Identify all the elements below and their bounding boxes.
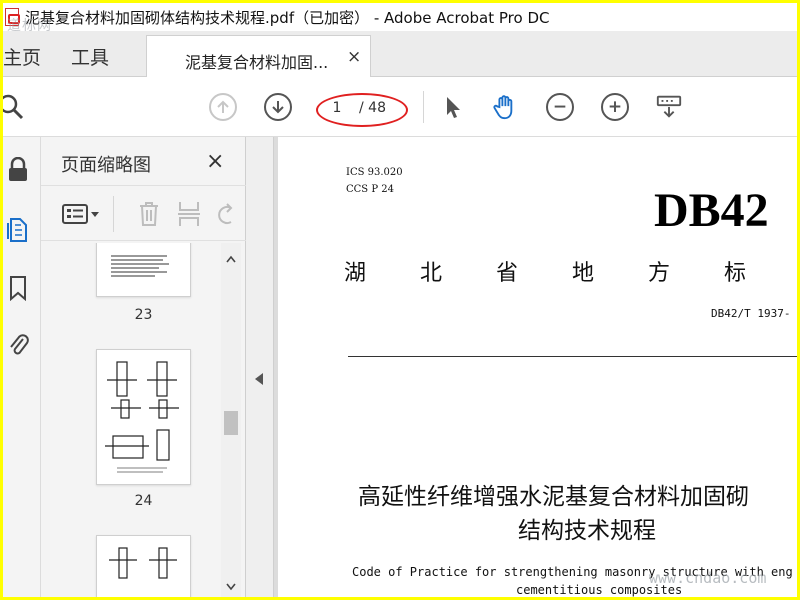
left-navigation-rail (3, 137, 41, 597)
collapse-left-icon[interactable] (255, 373, 263, 385)
chevron-up-icon[interactable] (226, 255, 236, 263)
ccs-code: CCS P 24 (346, 184, 394, 195)
collapse-panel-strip[interactable] (246, 137, 274, 597)
red-annotation-ellipse (316, 93, 408, 127)
thumbnail-list[interactable]: 23 24 (41, 243, 246, 597)
panel-title: 页面缩略图 (61, 155, 151, 176)
document-view[interactable]: ICS 93.020 CCS P 24 DB42 湖北省地方标 DB42/T 1… (246, 137, 797, 597)
thumbnail-label: 24 (134, 493, 153, 509)
watermark-bottom: www.cndao.com (649, 569, 767, 587)
arrow-up-icon (217, 100, 229, 113)
panel-toolbar (41, 185, 246, 241)
attachment-paperclip-icon[interactable] (7, 331, 29, 357)
close-panel-button[interactable]: × (206, 149, 224, 174)
acrobat-window: 泥基复合材料加固砌体结构技术规程.pdf（已加密） - Adobe Acroba… (3, 3, 797, 597)
standard-code: DB42 (654, 184, 769, 237)
ics-code: ICS 93.020 (346, 167, 403, 178)
zoom-in-button[interactable]: + (601, 93, 629, 121)
zoom-out-icon: − (552, 97, 568, 117)
tab-tools[interactable]: 工具 (71, 43, 109, 70)
tab-document-label: 泥基复合材料加固... (185, 53, 329, 72)
previous-page-button[interactable] (209, 93, 237, 121)
title-bar: 泥基复合材料加固砌体结构技术规程.pdf（已加密） - Adobe Acroba… (3, 3, 797, 31)
pdf-page: ICS 93.020 CCS P 24 DB42 湖北省地方标 DB42/T 1… (278, 137, 797, 597)
hand-tool-icon[interactable] (491, 93, 519, 121)
page-thumbnails-panel: 页面缩略图 × 23 24 (41, 137, 246, 597)
tab-bar: 主页 工具 泥基复合材料加固... × (3, 31, 797, 78)
zoom-out-button[interactable]: − (546, 93, 574, 121)
chinese-title-line2: 结构技术规程 (518, 518, 656, 544)
panel-toolbar-divider (113, 196, 114, 232)
page-thumbnails-icon[interactable] (7, 217, 29, 243)
toolbar: 1 / 48 − + (3, 77, 797, 137)
page-preview-graphic (105, 361, 179, 473)
next-page-button[interactable] (264, 93, 292, 121)
toolbar-divider (423, 91, 424, 123)
lock-icon[interactable] (7, 157, 29, 183)
bookmark-icon[interactable] (7, 275, 29, 301)
page-display-icon[interactable] (655, 93, 683, 121)
search-icon[interactable] (3, 93, 25, 121)
province-standard-heading: 湖北省地方标 (344, 261, 797, 286)
page-preview-graphic (111, 255, 169, 277)
tab-document[interactable]: 泥基复合材料加固... × (146, 35, 371, 78)
zoom-in-icon: + (607, 97, 623, 117)
standard-number: DB42/T 1937- (711, 307, 791, 320)
page-preview-graphic (109, 547, 177, 579)
thumbnail-page[interactable] (96, 535, 191, 597)
thumbnail-label: 23 (134, 307, 153, 323)
scrollbar-thumb[interactable] (224, 411, 238, 435)
chevron-down-icon[interactable] (226, 583, 236, 591)
thumbnail-page[interactable] (96, 349, 191, 485)
chinese-title-line1: 高延性纤维增强水泥基复合材料加固砌 (358, 484, 749, 510)
options-menu-icon[interactable] (61, 202, 101, 226)
arrow-down-icon (272, 101, 284, 114)
tab-home[interactable]: 主页 (3, 43, 41, 70)
thumbnail-page[interactable] (96, 243, 191, 297)
trash-icon[interactable] (137, 200, 161, 228)
extract-pages-icon[interactable] (177, 200, 201, 228)
select-cursor-icon[interactable] (439, 93, 467, 121)
window-title: 泥基复合材料加固砌体结构技术规程.pdf（已加密） - Adobe Acroba… (25, 8, 550, 27)
header-rule (348, 356, 797, 357)
rotate-icon[interactable] (213, 200, 237, 228)
thumbnail-scrollbar[interactable] (221, 243, 241, 597)
close-tab-button[interactable]: × (347, 47, 361, 67)
